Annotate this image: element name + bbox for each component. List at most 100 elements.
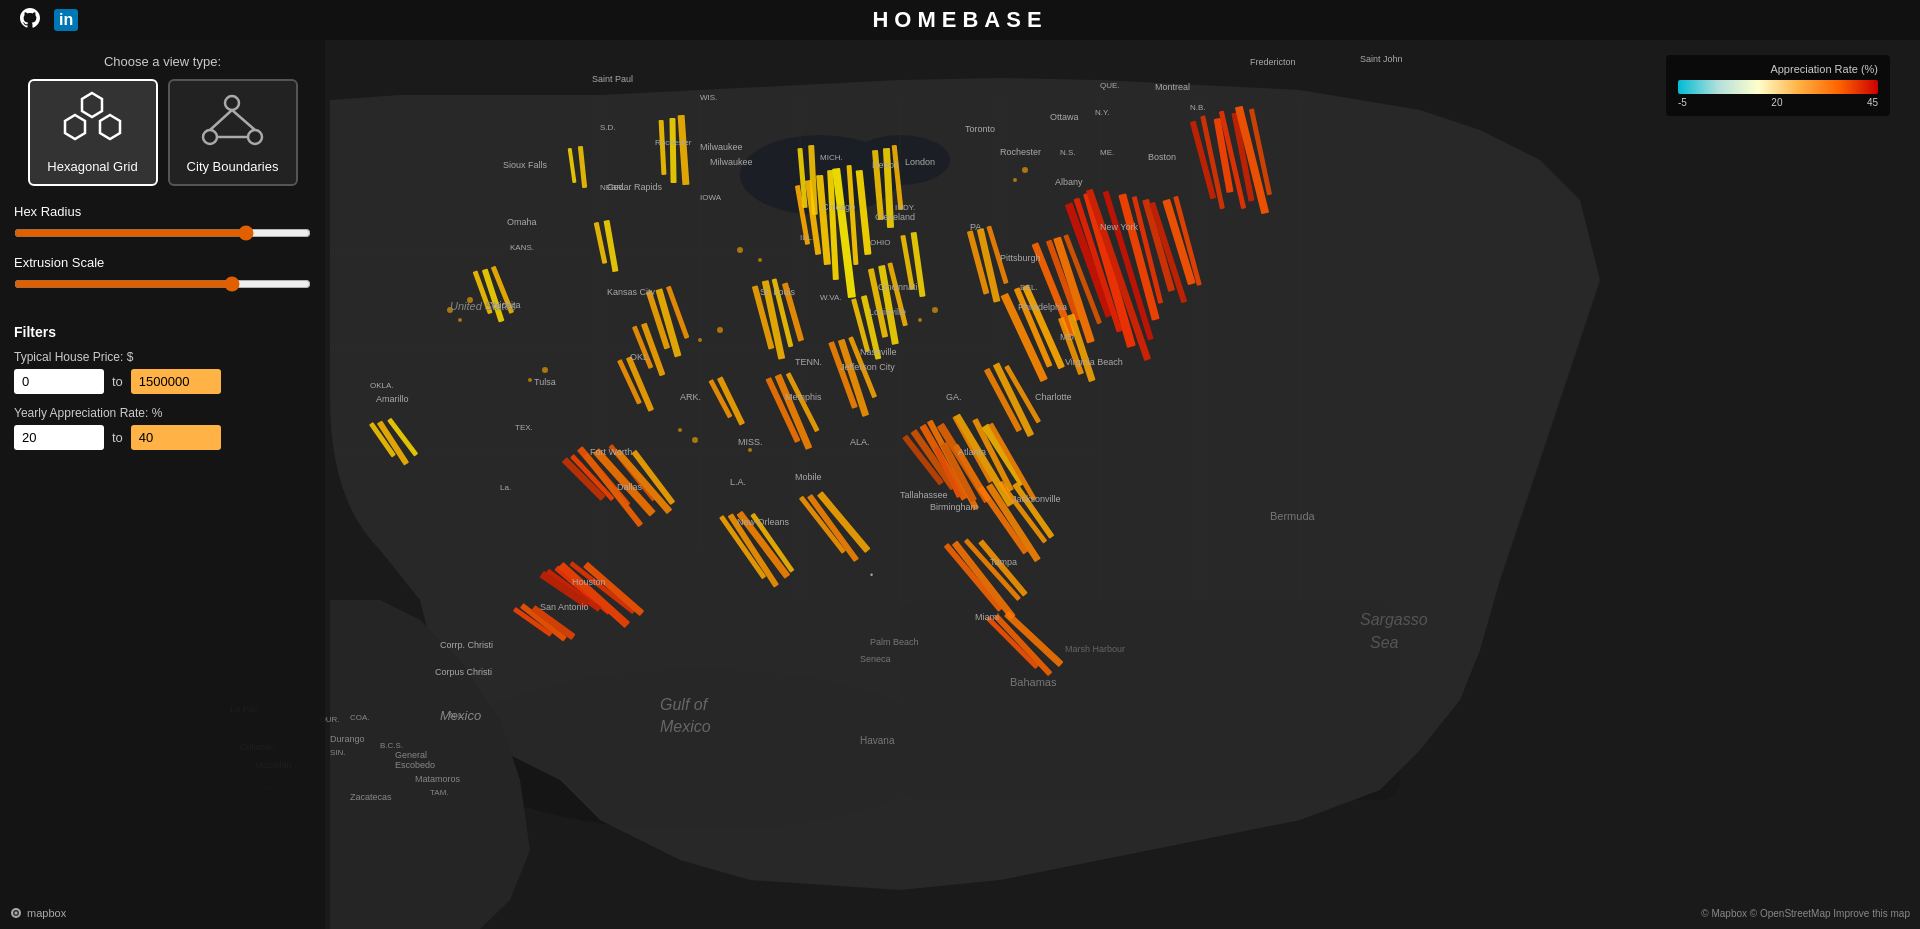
svg-point-151 xyxy=(528,378,532,382)
svg-text:Jacksonville: Jacksonville xyxy=(1012,494,1061,504)
house-price-row: to xyxy=(14,369,311,394)
svg-text:ILL.: ILL. xyxy=(800,233,813,242)
svg-marker-269 xyxy=(65,115,85,139)
svg-text:Matamoros: Matamoros xyxy=(415,774,461,784)
svg-text:Wichita: Wichita xyxy=(491,300,521,310)
extrusion-scale-slider[interactable] xyxy=(14,276,311,292)
svg-text:Mobile: Mobile xyxy=(795,472,822,482)
github-icon[interactable] xyxy=(20,8,40,33)
appreciation-rate-label: Yearly Appreciation Rate: % xyxy=(14,406,311,420)
svg-text:Tampa: Tampa xyxy=(990,557,1017,567)
svg-text:IOWA: IOWA xyxy=(700,193,722,202)
svg-line-274 xyxy=(210,110,232,130)
svg-text:N.L.: N.L. xyxy=(450,711,465,720)
svg-text:Montreal: Montreal xyxy=(1155,82,1190,92)
svg-text:Houston: Houston xyxy=(572,577,606,587)
appreciation-rate-to-label: to xyxy=(112,430,123,445)
svg-text:OKLA.: OKLA. xyxy=(370,381,394,390)
svg-text:S.D.: S.D. xyxy=(600,123,616,132)
svg-text:Miami: Miami xyxy=(975,612,999,622)
svg-text:Milwaukee: Milwaukee xyxy=(700,142,743,152)
svg-text:Bermuda: Bermuda xyxy=(1270,510,1316,522)
svg-text:Seneca: Seneca xyxy=(860,654,891,664)
hex-radius-label: Hex Radius xyxy=(14,204,311,219)
svg-text:Bahamas: Bahamas xyxy=(1010,676,1057,688)
svg-text:Tallahassee: Tallahassee xyxy=(900,490,948,500)
svg-text:Sargasso: Sargasso xyxy=(1360,611,1428,628)
svg-text:Cincinnati: Cincinnati xyxy=(878,282,918,292)
svg-point-273 xyxy=(248,130,262,144)
svg-text:Detroit: Detroit xyxy=(872,160,899,170)
svg-point-157 xyxy=(918,318,922,322)
svg-text:London: London xyxy=(905,157,935,167)
svg-text:•: • xyxy=(870,570,873,580)
svg-text:GA.: GA. xyxy=(946,392,962,402)
svg-text:Pittsburgh: Pittsburgh xyxy=(1000,253,1041,263)
svg-marker-268 xyxy=(82,93,102,117)
svg-point-271 xyxy=(225,96,239,110)
svg-text:La.: La. xyxy=(500,483,511,492)
svg-text:Sea: Sea xyxy=(1370,634,1399,651)
svg-text:Saint Paul: Saint Paul xyxy=(592,74,633,84)
svg-point-152 xyxy=(542,367,548,373)
svg-text:COA.: COA. xyxy=(350,713,370,722)
svg-text:San Antonio: San Antonio xyxy=(540,602,589,612)
svg-text:General: General xyxy=(395,750,427,760)
svg-text:ALA.: ALA. xyxy=(850,437,870,447)
legend-min-label: -5 xyxy=(1678,97,1687,108)
legend-title: Appreciation Rate (%) xyxy=(1678,63,1878,75)
svg-text:St. Louis: St. Louis xyxy=(760,287,796,297)
svg-text:Palm Beach: Palm Beach xyxy=(870,637,919,647)
svg-text:Toronto: Toronto xyxy=(965,124,995,134)
extrusion-scale-section: Extrusion Scale xyxy=(14,255,311,296)
svg-text:Saint John: Saint John xyxy=(1360,54,1403,64)
svg-text:ME.: ME. xyxy=(1100,148,1114,157)
svg-text:Havana: Havana xyxy=(860,735,895,746)
mapbox-credit: mapbox xyxy=(10,907,66,919)
svg-text:WIS.: WIS. xyxy=(700,93,717,102)
legend-max-label: 45 xyxy=(1867,97,1878,108)
svg-text:L.A.: L.A. xyxy=(730,477,746,487)
svg-text:TAM.: TAM. xyxy=(430,788,449,797)
appreciation-rate-row: to xyxy=(14,425,311,450)
svg-text:Zacatecas: Zacatecas xyxy=(350,792,392,802)
svg-text:New Orleans: New Orleans xyxy=(737,517,790,527)
house-price-label: Typical House Price: $ xyxy=(14,350,311,364)
svg-point-155 xyxy=(758,258,762,262)
svg-point-160 xyxy=(1022,167,1028,173)
svg-text:Corpus Christi: Corpus Christi xyxy=(435,667,492,677)
choose-view-label: Choose a view type: xyxy=(14,54,311,69)
svg-text:Albany: Albany xyxy=(1055,177,1083,187)
house-price-max-input[interactable] xyxy=(131,369,221,394)
svg-text:Omaha: Omaha xyxy=(507,217,537,227)
svg-text:QUE.: QUE. xyxy=(1100,81,1120,90)
hexagonal-grid-label: Hexagonal Grid xyxy=(47,159,137,174)
view-type-city[interactable]: City Boundaries xyxy=(168,79,298,186)
appreciation-rate-max-input[interactable] xyxy=(131,425,221,450)
header: in HOMEBASE xyxy=(0,0,1920,40)
svg-text:Corrp. Christi: Corrp. Christi xyxy=(440,640,493,650)
svg-text:N.Y.: N.Y. xyxy=(1095,108,1110,117)
svg-text:Mexico: Mexico xyxy=(660,718,711,735)
svg-text:Durango: Durango xyxy=(330,734,365,744)
svg-text:New York: New York xyxy=(1100,222,1139,232)
svg-text:MISS.: MISS. xyxy=(738,437,763,447)
svg-text:TEX.: TEX. xyxy=(515,423,533,432)
svg-text:Boston: Boston xyxy=(1148,152,1176,162)
svg-text:Nashville: Nashville xyxy=(860,347,897,357)
house-price-min-input[interactable] xyxy=(14,369,104,394)
svg-text:TENN.: TENN. xyxy=(795,357,822,367)
appreciation-rate-min-input[interactable] xyxy=(14,425,104,450)
extrusion-scale-label: Extrusion Scale xyxy=(14,255,311,270)
house-price-to-label: to xyxy=(112,374,123,389)
svg-text:Fort Worth: Fort Worth xyxy=(590,447,632,457)
svg-rect-108 xyxy=(669,118,676,183)
svg-point-149 xyxy=(458,318,462,322)
svg-text:Amarillo: Amarillo xyxy=(376,394,409,404)
linkedin-icon[interactable]: in xyxy=(54,9,78,31)
svg-text:OKL.: OKL. xyxy=(630,352,651,362)
view-type-hexagonal[interactable]: Hexagonal Grid xyxy=(28,79,158,186)
svg-text:Memphis: Memphis xyxy=(785,392,822,402)
hex-radius-slider[interactable] xyxy=(14,225,311,241)
svg-marker-270 xyxy=(100,115,120,139)
